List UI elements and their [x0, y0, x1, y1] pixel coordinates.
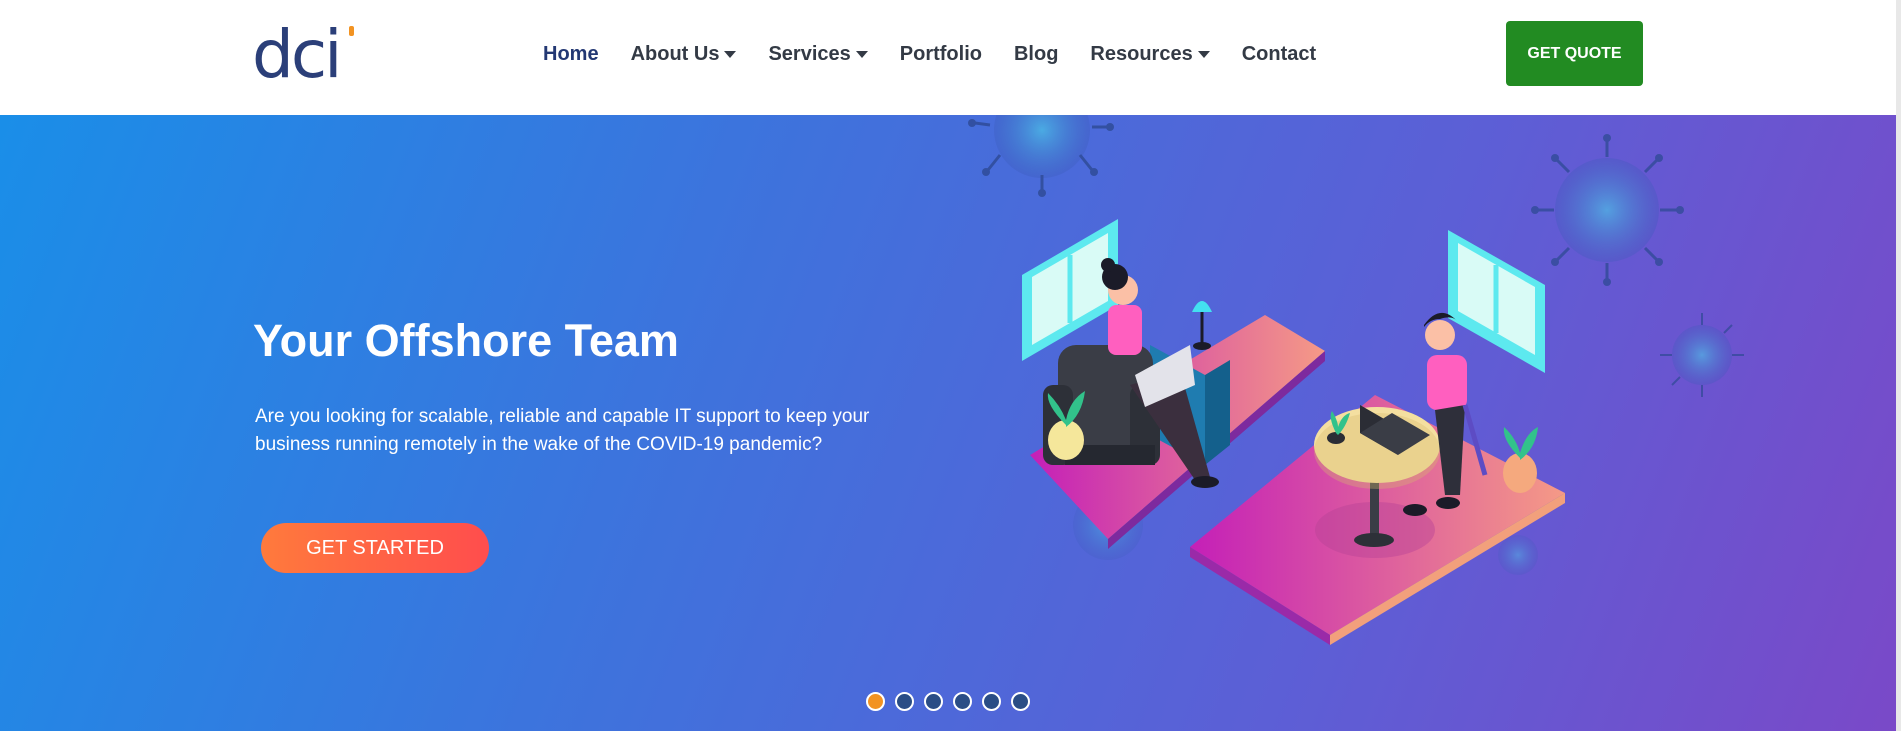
nav-item-label: Portfolio — [899, 42, 982, 65]
nav-item-label: Resources — [1090, 42, 1193, 65]
get-quote-button[interactable]: GET QUOTE — [1506, 21, 1643, 86]
logo-accent-dot — [349, 26, 354, 36]
slide-dot-5[interactable] — [982, 692, 1001, 711]
slide-dot-1[interactable] — [866, 692, 885, 711]
virus-icon — [1660, 313, 1744, 397]
hero-title: Your Offshore Team — [253, 315, 679, 366]
dci-logo[interactable]: dci — [252, 20, 354, 90]
virus-icon — [968, 115, 1114, 197]
slider-pagination — [866, 692, 1040, 711]
caret-down-icon — [724, 50, 737, 58]
nav-item-about-us[interactable]: About Us — [631, 43, 737, 66]
nav-item-home[interactable]: Home — [543, 43, 599, 66]
nav-item-contact[interactable]: Contact — [1242, 43, 1316, 66]
nav-item-label: Services — [768, 42, 851, 65]
virus-icon — [1531, 134, 1684, 286]
page-scrollbar[interactable] — [1896, 0, 1901, 731]
slide-dot-3[interactable] — [924, 692, 943, 711]
window-right — [1448, 230, 1545, 373]
hero-description: Are you looking for scalable, reliable a… — [255, 406, 870, 455]
caret-down-icon — [855, 50, 868, 58]
window-left — [1022, 219, 1118, 361]
nav-item-label: Blog — [1013, 42, 1059, 65]
nav-item-label: Home — [543, 42, 599, 65]
virus-icon — [1498, 535, 1538, 575]
lamp — [1192, 301, 1212, 350]
remote-work-illustration — [968, 115, 1744, 645]
nav-item-services[interactable]: Services — [768, 42, 868, 66]
slide-dot-4[interactable] — [953, 692, 972, 711]
site-header: dci Home About Us Services Portfolio Blo… — [0, 0, 1901, 115]
main-nav: Home About Us Services Portfolio Blog Re… — [543, 41, 1348, 67]
plant-pot-right — [1503, 427, 1538, 493]
slide-dot-2[interactable] — [895, 692, 914, 711]
nav-item-resources[interactable]: Resources — [1090, 42, 1210, 66]
get-started-button[interactable]: GET STARTED — [261, 523, 489, 573]
nav-item-label: Contact — [1241, 42, 1317, 65]
slide-dot-6[interactable] — [1011, 692, 1030, 711]
nav-item-portfolio[interactable]: Portfolio — [900, 43, 982, 66]
logo-text: dci — [252, 16, 343, 93]
caret-down-icon — [1197, 50, 1210, 58]
nav-item-label: About Us — [630, 42, 720, 65]
nav-item-blog[interactable]: Blog — [1014, 43, 1058, 66]
hero-slider: Your Offshore Team Are you looking for s… — [0, 115, 1901, 731]
